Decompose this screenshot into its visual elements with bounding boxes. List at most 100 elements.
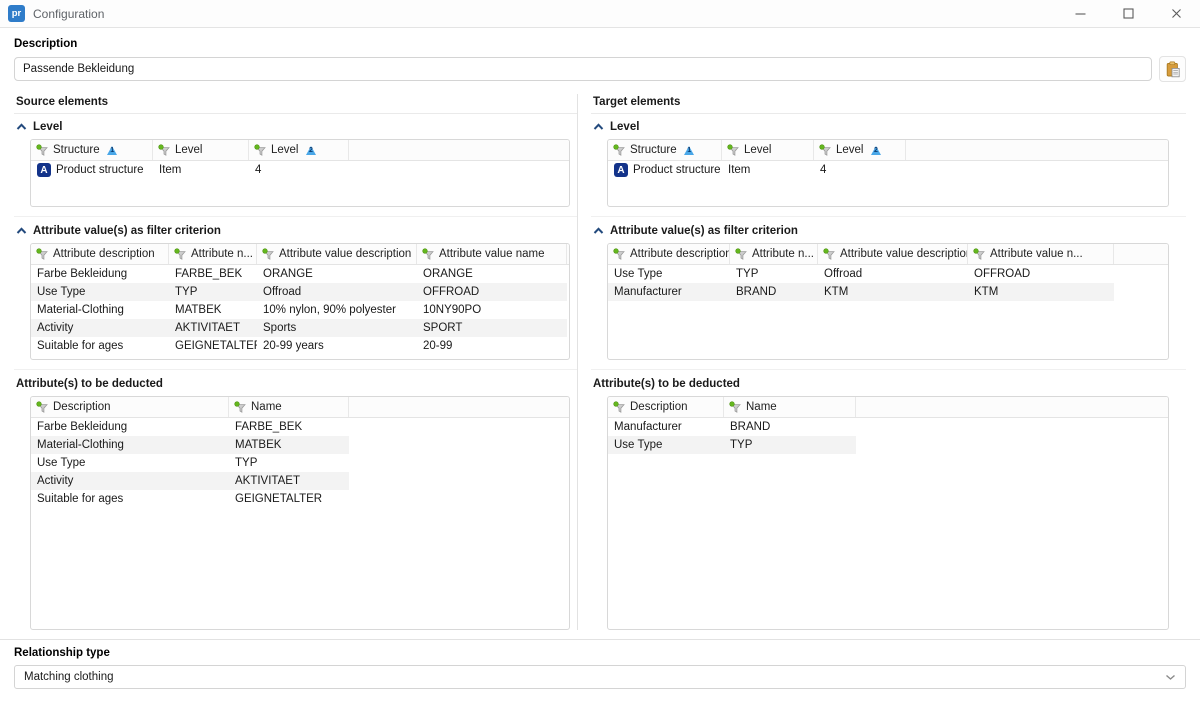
column-header-label: Structure [630, 144, 677, 156]
filter-funnel-icon[interactable] [422, 248, 435, 261]
column-header[interactable]: Level2 [249, 140, 349, 160]
column-header[interactable]: Attribute value name [417, 244, 567, 264]
filter-funnel-icon[interactable] [613, 248, 626, 261]
relationship-type-value: Matching clothing [24, 671, 114, 683]
filter-funnel-icon[interactable] [36, 401, 49, 414]
table-header-row: DescriptionName [31, 397, 569, 418]
table-cell: 10% nylon, 90% polyester [257, 301, 417, 319]
filter-funnel-icon[interactable] [735, 248, 748, 261]
cell-text: 10NY90PO [423, 304, 481, 316]
filter-funnel-icon[interactable] [36, 144, 49, 157]
table-cell: 20-99 [417, 337, 567, 355]
table-cell: Activity [31, 319, 169, 337]
column-header-label: Attribute value n... [990, 248, 1083, 260]
filter-funnel-icon[interactable] [613, 401, 626, 414]
column-header[interactable]: Name [724, 397, 856, 417]
table-row[interactable]: ActivityAKTIVITAETSportsSPORT [31, 319, 567, 337]
column-header[interactable]: Structure1 [608, 140, 722, 160]
table-cell: Suitable for ages [31, 490, 229, 508]
table-cell: 4 [814, 161, 906, 179]
table-row[interactable]: Farbe BekleidungFARBE_BEKORANGEORANGE [31, 265, 567, 283]
table-row[interactable]: Material-ClothingMATBEK10% nylon, 90% po… [31, 301, 567, 319]
minimize-button[interactable] [1062, 0, 1098, 27]
column-header[interactable]: Description [608, 397, 724, 417]
column-header[interactable]: Attribute value n... [968, 244, 1114, 264]
table-row[interactable]: Suitable for agesGEIGNETALTER20-99 years… [31, 337, 567, 355]
maximize-button[interactable] [1110, 0, 1146, 27]
sort-indicator: 2 [306, 145, 317, 155]
filter-funnel-icon[interactable] [973, 248, 986, 261]
column-header-label: Level [744, 144, 772, 156]
table-cell: TYP [724, 436, 856, 454]
filter-funnel-icon[interactable] [823, 248, 836, 261]
table-row[interactable]: AProduct structureItem4 [608, 161, 906, 179]
maximize-icon [1122, 7, 1135, 20]
table-row[interactable]: Suitable for agesGEIGNETALTER [31, 490, 349, 508]
section-title: Attribute value(s) as filter criterion [33, 225, 221, 237]
filter-funnel-icon[interactable] [262, 248, 275, 261]
cell-text: TYP [235, 457, 257, 469]
table-row[interactable]: Use Type TYP [31, 454, 349, 472]
column-header[interactable]: Attribute value description [818, 244, 968, 264]
section-title: Attribute(s) to be deducted [16, 378, 163, 390]
table-row[interactable]: Use TypeTYPOffroadOFFROAD [31, 283, 567, 301]
column-header[interactable]: Attribute n... [169, 244, 257, 264]
paste-button[interactable] [1159, 56, 1186, 82]
column-header-label: Level [836, 144, 864, 156]
cell-text: ORANGE [423, 268, 473, 280]
column-header[interactable]: Level [722, 140, 814, 160]
table-cell: 20-99 years [257, 337, 417, 355]
filter-funnel-icon[interactable] [158, 144, 171, 157]
table-row[interactable]: Material-ClothingMATBEK [31, 436, 349, 454]
column-header-label: Name [746, 401, 777, 413]
cell-text: Material-Clothing [37, 304, 124, 316]
column-header[interactable]: Description [31, 397, 229, 417]
column-header-label: Structure [53, 144, 100, 156]
column-header[interactable]: Attribute description [31, 244, 169, 264]
column-header[interactable]: Name [229, 397, 349, 417]
filter-funnel-icon[interactable] [613, 144, 626, 157]
filter-funnel-icon[interactable] [727, 144, 740, 157]
collapse-caret-icon[interactable] [16, 227, 27, 235]
column-header[interactable]: Attribute value description [257, 244, 417, 264]
column-header-label: Description [630, 401, 688, 413]
relationship-type-dropdown[interactable]: Matching clothing [14, 665, 1186, 689]
table-row[interactable]: ManufacturerBRANDKTMKTM [608, 283, 1114, 301]
column-header[interactable]: Attribute n... [730, 244, 818, 264]
description-input[interactable] [14, 57, 1152, 81]
column-header[interactable]: Attribute description [608, 244, 730, 264]
section-title: Attribute(s) to be deducted [593, 378, 740, 390]
source-elements-title: Source elements [14, 94, 577, 114]
collapse-caret-icon[interactable] [593, 123, 604, 131]
source-filter-section: Attribute value(s) as filter criterion A… [14, 216, 577, 360]
column-header[interactable]: Level2 [814, 140, 906, 160]
cell-text: 4 [820, 164, 826, 176]
column-header[interactable]: Level [153, 140, 249, 160]
table-cell: FARBE_BEK [229, 418, 349, 436]
close-button[interactable] [1158, 0, 1194, 27]
table-cell: BRAND [724, 418, 856, 436]
table-row[interactable]: Use TypeTYPOffroadOFFROAD [608, 265, 1114, 283]
filter-funnel-icon[interactable] [254, 144, 267, 157]
column-header[interactable]: Structure1 [31, 140, 153, 160]
table-row[interactable]: ActivityAKTIVITAET [31, 472, 349, 490]
cell-text: Use Type [37, 457, 85, 469]
table-row[interactable]: ManufacturerBRAND [608, 418, 856, 436]
collapse-caret-icon[interactable] [593, 227, 604, 235]
cell-text: 4 [255, 164, 261, 176]
cell-text: SPORT [423, 322, 462, 334]
table-row[interactable]: AProduct structureItem4 [31, 161, 349, 179]
filter-funnel-icon[interactable] [36, 248, 49, 261]
table-cell: Manufacturer [608, 418, 724, 436]
filter-funnel-icon[interactable] [819, 144, 832, 157]
filter-funnel-icon[interactable] [174, 248, 187, 261]
structure-type-icon: A [614, 163, 628, 177]
table-cell: KTM [968, 283, 1114, 301]
table-cell: BRAND [730, 283, 818, 301]
table-cell: OFFROAD [968, 265, 1114, 283]
filter-funnel-icon[interactable] [729, 401, 742, 414]
table-row[interactable]: Farbe BekleidungFARBE_BEK [31, 418, 349, 436]
filter-funnel-icon[interactable] [234, 401, 247, 414]
collapse-caret-icon[interactable] [16, 123, 27, 131]
table-row[interactable]: Use TypeTYP [608, 436, 856, 454]
